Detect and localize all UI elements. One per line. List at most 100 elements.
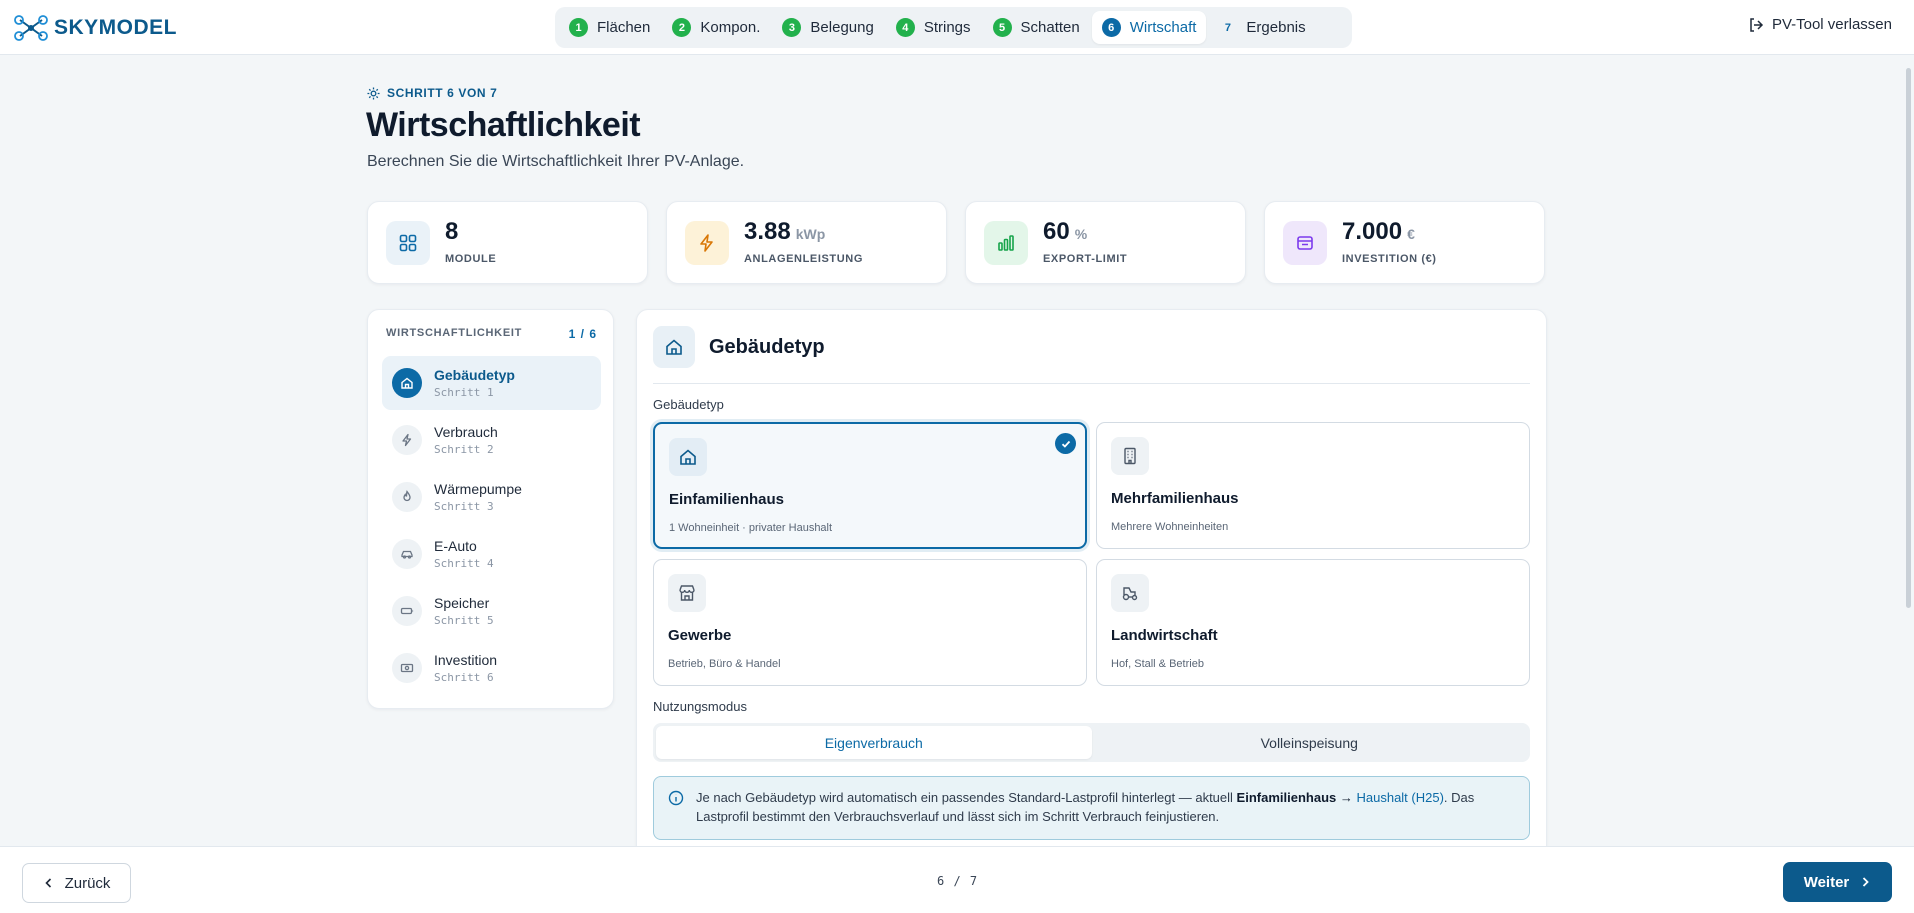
tractor-icon: [1111, 574, 1149, 612]
step-number: 5: [992, 18, 1012, 37]
sidebar-item-sub: Schritt 6: [434, 671, 494, 684]
kpi-unit: €: [1407, 226, 1415, 242]
page-subtitle: Berechnen Sie die Wirtschaftlichkeit Ihr…: [367, 153, 745, 170]
store-icon: [668, 574, 706, 612]
option-einfamilienhaus[interactable]: Einfamilienhaus 1 Wohneinheit · privater…: [653, 422, 1087, 549]
step-tab-wirtschaft[interactable]: 6 Wirtschaft: [1091, 11, 1207, 44]
page-title: Wirtschaftlichkeit: [366, 106, 641, 144]
logo-text: SKYMODEL: [54, 16, 178, 39]
logout-icon: [1750, 17, 1763, 32]
house-icon: [669, 438, 707, 476]
mode-eigenverbrauch[interactable]: Eigenverbrauch: [656, 726, 1092, 759]
panel-title: Gebäudetyp: [709, 335, 825, 358]
option-mehrfamilienhaus[interactable]: Mehrfamilienhaus Mehrere Wohneinheiten: [1096, 422, 1530, 549]
back-label: Zurück: [64, 874, 111, 892]
sidebar-item-sub: Schritt 5: [434, 614, 494, 627]
money-icon: [392, 653, 422, 683]
sidebar-item-gebaeudetyp[interactable]: Gebäudetyp Schritt 1: [382, 356, 601, 410]
step-tab-strings[interactable]: 4 Strings: [886, 11, 981, 44]
scrollbar[interactable]: [1906, 68, 1911, 608]
footer-bar: Zurück 6 / 7 Weiter: [0, 846, 1914, 913]
info-text-pre: Je nach Gebäudetyp wird automatisch ein …: [696, 790, 1237, 805]
option-subtitle: 1 Wohneinheit · privater Haushalt: [669, 522, 833, 534]
kpi-export-limit: 60% EXPORT-LIMIT: [965, 201, 1246, 284]
kpi-value: 3.88: [744, 218, 791, 245]
sidebar-item-sub: Schritt 3: [434, 500, 494, 513]
sidebar-item-sub: Schritt 4: [434, 557, 494, 570]
sun-icon: [367, 86, 380, 100]
grid-icon: [386, 221, 430, 265]
load-profile-link[interactable]: Haushalt (H25): [1356, 790, 1443, 805]
sidebar-item-waermepumpe[interactable]: Wärmepumpe Schritt 3: [382, 470, 601, 524]
sidebar-item-label: Wärmepumpe: [434, 481, 522, 497]
sidebar-item-e-auto[interactable]: E-Auto Schritt 4: [382, 527, 601, 581]
chevron-left-icon: [44, 878, 51, 888]
building-icon: [1111, 437, 1149, 475]
step-tab-flaechen[interactable]: 1 Flächen: [559, 11, 660, 44]
kpi-value: 60: [1043, 218, 1070, 245]
home-icon: [392, 368, 422, 398]
option-title: Einfamilienhaus: [669, 491, 785, 508]
step-number: 3: [782, 18, 802, 37]
step-tab-belegung[interactable]: 3 Belegung: [772, 11, 883, 44]
panel-header: Gebäudetyp: [653, 326, 825, 368]
kpi-investment: 7.000 € INVESTITION (€): [1264, 201, 1545, 284]
sidebar-item-label: Verbrauch: [434, 424, 498, 440]
info-icon: [668, 790, 684, 806]
sidebar-item-speicher[interactable]: Speicher Schritt 5: [382, 584, 601, 638]
logo-icon: [14, 15, 48, 41]
building-type-label: Gebäudetyp: [653, 397, 724, 412]
kpi-value: 8: [445, 218, 459, 245]
sidebar-item-label: Speicher: [434, 595, 490, 611]
step-label: Kompon.: [700, 19, 761, 36]
step-label: Flächen: [597, 19, 651, 36]
step-tab-komponenten[interactable]: 2 Kompon.: [662, 11, 770, 44]
step-number: 7: [1224, 21, 1231, 34]
step-label: Belegung: [810, 19, 874, 36]
page-indicator: 6 / 7: [937, 874, 979, 888]
kpi-value: 7.000: [1342, 218, 1403, 245]
step-tab-schatten[interactable]: 5 Schatten: [983, 11, 1090, 44]
back-button[interactable]: Zurück: [22, 863, 131, 903]
option-landwirtschaft[interactable]: Landwirtschaft Hof, Stall & Betrieb: [1096, 559, 1530, 686]
top-bar: SKYMODEL 1 Flächen 2 Kompon. 3 Belegung 4 St…: [0, 0, 1914, 55]
sidebar-header: WIRTSCHAFTLICHKEIT 1 / 6: [386, 327, 597, 341]
next-button[interactable]: Weiter: [1783, 862, 1892, 902]
kpi-unit: kWp: [795, 226, 826, 242]
check-icon: [1055, 433, 1076, 454]
step-number: 1: [569, 18, 588, 37]
sidebar-item-investition[interactable]: Investition Schritt 6: [382, 641, 601, 695]
step-number: 2: [672, 18, 692, 37]
logo[interactable]: SKYMODEL: [12, 13, 177, 43]
mode-volleinspeisung[interactable]: Volleinspeisung: [1092, 726, 1528, 759]
building-type-panel: Gebäudetyp Gebäudetyp Einfamilienhaus 1 …: [636, 309, 1547, 849]
kpi-unit: %: [1074, 226, 1088, 242]
option-title: Gewerbe: [668, 627, 732, 644]
option-subtitle: Mehrere Wohneinheiten: [1111, 521, 1229, 533]
step-label: Ergebnis: [1246, 19, 1306, 36]
sidebar-item-label: E-Auto: [434, 538, 477, 554]
sidebar-count: 1 / 6: [568, 327, 597, 341]
step-number: 6: [1101, 18, 1121, 37]
option-gewerbe[interactable]: Gewerbe Betrieb, Büro & Handel: [653, 559, 1087, 686]
kpi-label: ANLAGENLEISTUNG: [744, 253, 863, 265]
step-label: Strings: [923, 19, 971, 36]
usage-mode-toggle: Eigenverbrauch Volleinspeisung: [653, 723, 1530, 762]
step-label: Wirtschaft: [1129, 19, 1197, 36]
substep-sidebar: WIRTSCHAFTLICHKEIT 1 / 6 Gebäudetyp Schri…: [367, 309, 614, 709]
chevron-right-icon: [1863, 877, 1870, 887]
option-subtitle: Hof, Stall & Betrieb: [1111, 658, 1204, 670]
bolt-icon: [685, 221, 729, 265]
divider: [653, 383, 1530, 384]
bolt-icon: [392, 425, 422, 455]
step-label: Schatten: [1020, 19, 1080, 36]
battery-icon: [392, 596, 422, 626]
kpi-modules: 8 MODULE: [367, 201, 648, 284]
sidebar-item-verbrauch[interactable]: Verbrauch Schritt 2: [382, 413, 601, 467]
step-tab-ergebnis[interactable]: 7 Ergebnis: [1208, 11, 1315, 44]
kpi-label: INVESTITION (€): [1342, 253, 1437, 265]
sidebar-item-label: Gebäudetyp: [434, 367, 515, 383]
leave-tool-button[interactable]: PV-Tool verlassen: [1748, 16, 1892, 33]
option-title: Mehrfamilienhaus: [1111, 490, 1239, 507]
sidebar-item-sub: Schritt 1: [434, 386, 494, 399]
